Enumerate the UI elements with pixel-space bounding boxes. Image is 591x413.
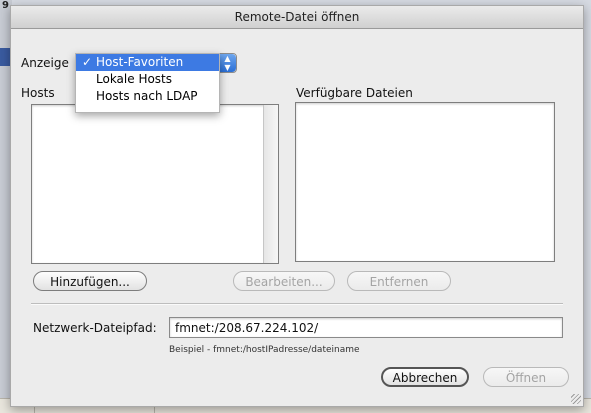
network-path-label: Netzwerk-Dateipfad: (33, 321, 157, 335)
open-remote-file-dialog: Remote-Datei öffnen Anzeige ▲ ▼ Hosts Ver… (10, 5, 584, 407)
updown-arrows-icon: ▲ ▼ (218, 54, 236, 72)
checkmark-icon: ✓ (82, 55, 93, 69)
show-popup-menu: ✓ Host-Favoriten Lokale Hosts Hosts nach… (75, 53, 220, 113)
edit-button[interactable]: Bearbeiten... (233, 271, 335, 291)
available-files-list[interactable] (295, 102, 555, 262)
dialog-title: Remote-Datei öffnen (11, 6, 583, 29)
hosts-scrollbar[interactable] (263, 105, 278, 263)
available-files-label: Verfügbare Dateien (296, 86, 413, 100)
hosts-label: Hosts (21, 86, 55, 100)
open-button[interactable]: Öffnen (483, 367, 569, 387)
network-path-example: Beispiel - fmnet:/hostIPadresse/dateinam… (169, 345, 360, 355)
show-label: Anzeige (21, 56, 69, 70)
hosts-list[interactable] (31, 104, 279, 264)
menu-item-local-hosts[interactable]: Lokale Hosts (76, 71, 219, 88)
add-button[interactable]: Hinzufügen... (33, 271, 147, 291)
resize-grip-icon[interactable] (571, 394, 581, 404)
menu-item-label: Hosts nach LDAP (96, 89, 198, 103)
network-path-field[interactable] (169, 317, 563, 338)
background-chip (0, 48, 10, 66)
menu-item-host-favorites[interactable]: ✓ Host-Favoriten (76, 54, 219, 71)
background-corner-number: 9 (2, 0, 9, 11)
remove-button[interactable]: Entfernen (347, 271, 451, 291)
cancel-button[interactable]: Abbrechen (381, 367, 469, 387)
menu-item-hosts-by-ldap[interactable]: Hosts nach LDAP (76, 88, 219, 105)
menu-item-label: Host-Favoriten (96, 55, 184, 69)
menu-item-label: Lokale Hosts (96, 72, 173, 86)
separator (31, 303, 563, 305)
